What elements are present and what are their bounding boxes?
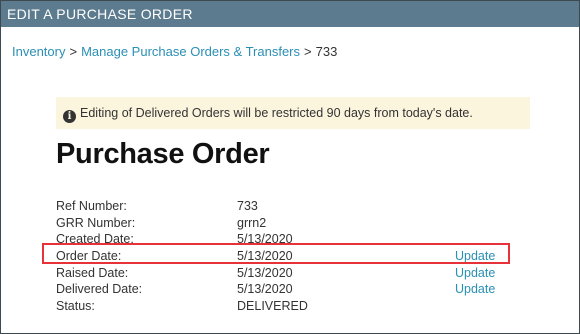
detail-row-created-date: Created Date: 5/13/2020 <box>56 231 516 248</box>
breadcrumb-link-inventory[interactable]: Inventory <box>12 44 65 59</box>
detail-label: Created Date: <box>56 232 134 247</box>
detail-label: Raised Date: <box>56 265 129 280</box>
detail-row-status: Status: DELIVERED <box>56 298 516 315</box>
detail-value: 733 <box>237 199 258 213</box>
detail-value: 5/13/2020 <box>237 265 293 280</box>
update-raised-date-link[interactable]: Update <box>455 265 495 282</box>
notice-text: Editing of Delivered Orders will be rest… <box>80 106 473 120</box>
breadcrumb: Inventory > Manage Purchase Orders & Trans… <box>12 44 337 59</box>
edit-restriction-notice: i Editing of Delivered Orders will be res… <box>56 97 530 129</box>
update-order-date-link[interactable]: Update <box>455 248 495 265</box>
edit-purchase-order-window: EDIT A PURCHASE ORDER Inventory > Manage P… <box>0 0 580 334</box>
page-title: Purchase Order <box>56 138 270 170</box>
window-title: EDIT A PURCHASE ORDER <box>1 1 579 27</box>
breadcrumb-link-manage-purchase-orders[interactable]: Manage Purchase Orders & Transfers <box>81 44 300 59</box>
status-value: DELIVERED <box>237 299 308 314</box>
breadcrumb-current: 733 <box>315 44 338 59</box>
detail-row-ref-number: Ref Number: 733 <box>56 198 516 215</box>
detail-value: 5/13/2020 <box>237 249 293 264</box>
detail-row-raised-date: Raised Date: 5/13/2020 Update <box>56 265 516 282</box>
detail-row-order-date: Order Date: 5/13/2020 Update <box>56 248 516 265</box>
detail-label: Delivered Date: <box>56 282 143 297</box>
detail-label: Status: <box>56 299 95 314</box>
detail-label: GRR Number: <box>56 215 136 230</box>
detail-value: 5/13/2020 <box>237 232 293 247</box>
detail-value: 5/13/2020 <box>237 282 293 297</box>
detail-row-delivered-date: Delivered Date: 5/13/2020 Update <box>56 281 516 298</box>
update-delivered-date-link[interactable]: Update <box>455 281 495 298</box>
detail-value: grrn2 <box>237 215 267 230</box>
info-circle-icon: i <box>63 110 76 123</box>
breadcrumb-separator: > <box>304 44 312 59</box>
detail-label: Order Date: <box>56 249 122 264</box>
breadcrumb-separator: > <box>69 44 78 59</box>
detail-label: Ref Number: <box>56 199 127 213</box>
purchase-order-details: Ref Number: 733 GRR Number: grrn2 Create… <box>56 198 516 315</box>
detail-row-grr-number: GRR Number: grrn2 <box>56 215 516 232</box>
